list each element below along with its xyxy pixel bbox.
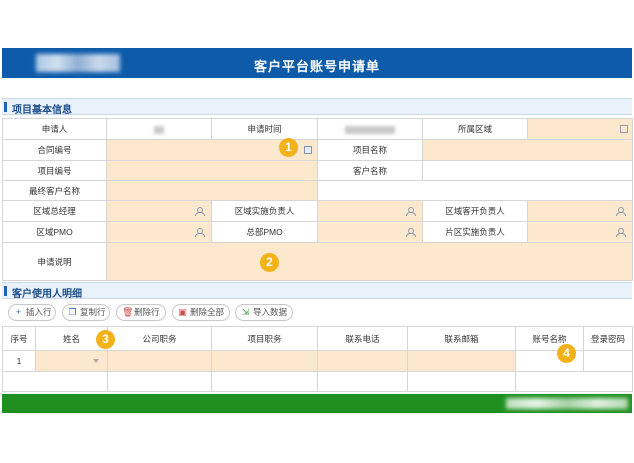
label-description: 申请说明 [2,242,107,281]
lookup-icon[interactable] [304,146,312,154]
email-input[interactable] [407,350,516,372]
final-customer-field[interactable] [106,180,318,201]
company-title-input[interactable] [107,350,212,372]
col-header-index: 序号 [2,326,36,351]
label-regional-gm: 区域总经理 [2,200,107,222]
col-header-project-role: 项目职务 [211,326,318,351]
label-apply-time: 申请时间 [211,118,318,140]
chevron-down-icon[interactable] [93,359,99,363]
delete-all-icon: ▣ [178,307,187,317]
project-role-input[interactable] [211,350,318,372]
apply-time-value [317,118,423,140]
form-header: 客户平台账号申请单 [2,48,632,78]
hq-pmo-field[interactable] [317,221,423,243]
section-user-detail-header: 客户使用人明细 [2,282,632,300]
user-picker-icon[interactable] [616,207,626,216]
detail-toolbar: + 插入行 ❐ 复制行 🗑 删除行 ▣ 删除全部 ⇲ 导入数据 [2,302,632,324]
import-icon: ⇲ [241,307,250,317]
area-impl-field[interactable] [527,221,633,243]
import-data-button[interactable]: ⇲ 导入数据 [235,304,293,321]
user-picker-icon[interactable] [406,207,416,216]
project-name-field[interactable] [422,139,633,161]
section-title: 项目基本信息 [12,105,72,116]
table-footer-row [2,371,633,392]
region-field[interactable] [527,118,633,140]
label-regional-impl: 区域实施负责人 [211,200,318,222]
plus-icon: + [15,307,22,317]
col-header-email: 联系邮箱 [407,326,516,351]
label-hq-pmo: 总部PMO [211,221,318,243]
regional-gm-field[interactable] [106,200,212,222]
user-picker-icon[interactable] [616,228,626,237]
insert-row-button[interactable]: + 插入行 [8,304,56,321]
label-regional-pmo: 区域PMO [2,221,107,243]
password-input[interactable] [583,350,633,372]
applicant-value [106,118,212,140]
footer-bar [2,394,632,413]
col-header-password: 登录密码 [583,326,633,351]
user-picker-icon[interactable] [195,228,205,237]
select-icon[interactable] [620,125,628,133]
footer-blurred-text [506,398,628,409]
col-header-phone: 联系电话 [317,326,408,351]
regional-pmo-field[interactable] [106,221,212,243]
delete-row-button[interactable]: 🗑 删除行 [116,304,166,321]
annotation-badge-3: 3 [96,330,115,349]
annotation-badge-2: 2 [260,253,279,272]
basic-info-table: 申请人 申请时间 所属区域 合同编号 项目名称 项目编号 客户名称 最终客户名称… [2,118,633,281]
project-no-field[interactable] [106,160,318,181]
label-region: 所属区域 [422,118,528,140]
customer-name-field[interactable] [422,160,633,181]
section-title: 客户使用人明细 [12,289,82,300]
name-select[interactable] [35,350,108,372]
label-applicant: 申请人 [2,118,107,140]
label-regional-dev: 区域客开负责人 [422,200,528,222]
table-row: 1 [2,350,633,372]
label-customer-name: 客户名称 [317,160,423,181]
row-index: 1 [2,350,36,372]
copy-row-button[interactable]: ❐ 复制行 [62,304,110,321]
regional-dev-field[interactable] [527,200,633,222]
description-field[interactable] [106,242,633,281]
regional-impl-field[interactable] [317,200,423,222]
delete-all-button[interactable]: ▣ 删除全部 [172,304,230,321]
form-title: 客户平台账号申请单 [253,59,380,74]
section-basic-info-header: 项目基本信息 [2,98,632,116]
annotation-badge-4: 4 [557,344,576,363]
user-picker-icon[interactable] [195,207,205,216]
trash-icon: 🗑 [122,307,134,317]
copy-icon: ❐ [68,307,77,317]
annotation-badge-1: 1 [279,138,298,157]
phone-input[interactable] [317,350,408,372]
col-header-company-title: 公司职务 [107,326,212,351]
user-picker-icon[interactable] [406,228,416,237]
label-contract-no: 合同编号 [2,139,107,161]
label-area-impl: 片区实施负责人 [422,221,528,243]
label-final-customer: 最终客户名称 [2,180,107,201]
label-project-no: 项目编号 [2,160,107,181]
label-project-name: 项目名称 [317,139,423,161]
